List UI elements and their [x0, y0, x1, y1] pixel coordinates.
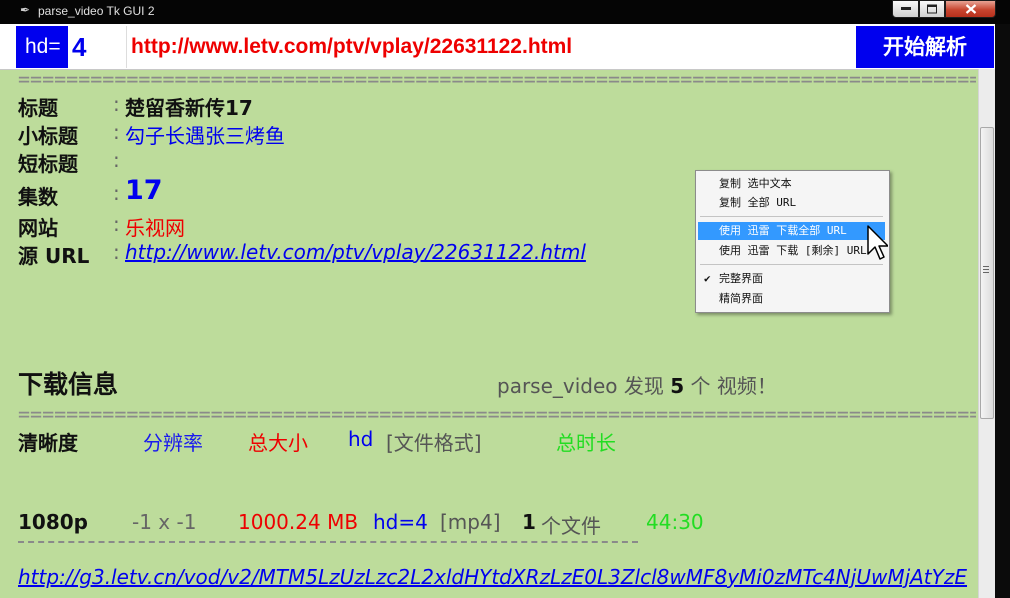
menu-item-label: 完整界面 — [719, 272, 763, 285]
video-duration: 44:30 — [646, 510, 704, 534]
input-bar: hd= 4 http://www.letv.com/ptv/vplay/2263… — [0, 24, 1010, 70]
col-format: [文件格式] — [386, 431, 482, 455]
title-value: 楚留香新传17 — [125, 96, 253, 120]
window-title: parse_video Tk GUI 2 — [38, 4, 155, 18]
col-quality: 清晰度 — [18, 431, 78, 455]
menu-separator — [700, 216, 883, 217]
menu-item-compact-interface[interactable]: 精简界面 — [698, 290, 885, 308]
vertical-scrollbar[interactable] — [978, 69, 995, 598]
subtitle-value: 勾子长遇张三烤鱼 — [125, 124, 285, 148]
menu-item-copy-all-urls[interactable]: 复制 全部 URL — [698, 194, 885, 212]
found-prefix: parse_video 发现 — [497, 374, 664, 398]
checkmark-icon: ✔ — [704, 272, 711, 285]
found-videos-text: parse_video 发现 5 个 视频！ — [497, 370, 777, 399]
url-input[interactable]: http://www.letv.com/ptv/vplay/22631122.h… — [126, 26, 856, 68]
menu-item-copy-selection[interactable]: 复制 选中文本 — [698, 175, 885, 193]
start-parse-button[interactable]: 开始解析 — [856, 26, 994, 68]
mouse-cursor-icon — [867, 225, 888, 260]
close-icon — [965, 4, 976, 14]
grip-icon — [983, 266, 989, 273]
video-quality: 1080p — [18, 510, 88, 534]
menu-item-full-interface[interactable]: ✔ 完整界面 — [698, 270, 885, 288]
video-hd: hd=4 — [373, 510, 428, 534]
separator-line: ========================================… — [18, 71, 976, 87]
menu-item-thunder-download-all[interactable]: 使用 迅雷 下载全部 URL — [698, 222, 885, 240]
colon: : — [113, 148, 120, 172]
colon: : — [113, 120, 120, 144]
col-duration: 总时长 — [556, 431, 616, 455]
context-menu: 复制 选中文本 复制 全部 URL 使用 迅雷 下载全部 URL 使用 迅雷 下… — [695, 170, 890, 313]
video-files-count: 1 — [522, 510, 536, 534]
title-bar: ✒ parse_video Tk GUI 2 — [0, 0, 1010, 24]
feather-icon: ✒ — [20, 3, 31, 17]
source-url-label: 源 URL — [18, 244, 90, 268]
col-resolution: 分辨率 — [143, 431, 203, 455]
colon: : — [113, 212, 120, 236]
episode-value: 17 — [125, 175, 163, 206]
dashed-separator — [18, 541, 638, 543]
colon: : — [113, 181, 120, 205]
site-label: 网站 — [18, 216, 58, 240]
video-format: [mp4] — [440, 510, 501, 534]
download-info-heading: 下载信息 — [18, 370, 119, 399]
video-download-link[interactable]: http://g3.letv.cn/vod/v2/MTM5LzUzLzc2L2x… — [18, 565, 967, 589]
found-count: 5 — [670, 374, 685, 398]
col-size: 总大小 — [248, 431, 308, 455]
hd-input[interactable]: 4 — [68, 26, 126, 68]
separator-line: ========================================… — [18, 406, 976, 422]
scrollbar-thumb[interactable] — [980, 127, 994, 419]
col-hd: hd — [348, 427, 374, 451]
maximize-icon — [927, 4, 937, 14]
close-button[interactable] — [945, 0, 996, 18]
source-url-link[interactable]: http://www.letv.com/ptv/vplay/22631122.h… — [125, 240, 586, 264]
site-value: 乐视网 — [125, 216, 185, 240]
subtitle-label: 小标题 — [18, 124, 78, 148]
window-frame-right — [995, 24, 1010, 598]
hd-box: hd= 4 — [16, 26, 126, 68]
episode-label: 集数 — [18, 185, 58, 209]
video-resolution: -1 x -1 — [132, 510, 197, 534]
video-size: 1000.24 MB — [238, 510, 359, 534]
colon: : — [113, 92, 120, 116]
maximize-button[interactable] — [919, 0, 945, 18]
menu-separator — [700, 264, 883, 265]
output-text-area[interactable]: ========================================… — [0, 69, 978, 598]
video-files-label: 个文件 — [541, 514, 601, 538]
scroll-up-button[interactable] — [979, 69, 995, 86]
found-suffix: 个 视频！ — [690, 374, 777, 398]
title-label: 标题 — [18, 96, 58, 120]
menu-item-thunder-download-remaining[interactable]: 使用 迅雷 下载 [剩余] URL — [698, 242, 885, 260]
short-title-label: 短标题 — [18, 152, 78, 176]
hd-label: hd= — [25, 35, 61, 58]
minimize-icon — [900, 7, 911, 10]
minimize-button[interactable] — [892, 0, 919, 18]
colon: : — [113, 240, 120, 264]
